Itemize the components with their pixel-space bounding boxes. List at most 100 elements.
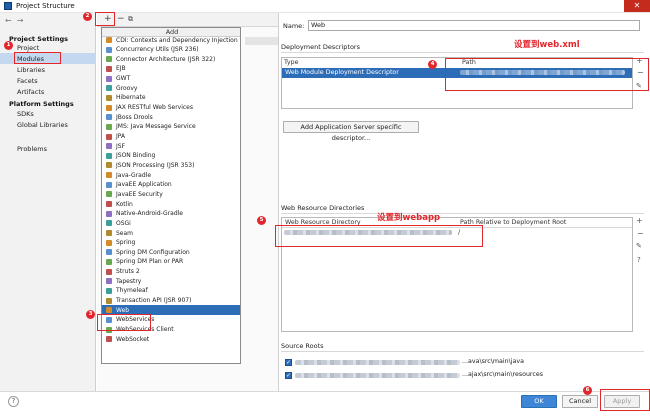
framework-item[interactable]: CDI: Contexts and Dependency Injection: [102, 35, 240, 45]
framework-icon: [106, 65, 112, 72]
annotation-text-webxml: 设置到web.xml: [514, 40, 580, 50]
framework-label: JavaEE Application: [116, 181, 172, 189]
remove-icon[interactable]: −: [117, 14, 125, 24]
framework-label: Hibernate: [116, 94, 146, 102]
add-directory-icon[interactable]: +: [636, 216, 643, 225]
edit-pencil-icon[interactable]: ✎: [636, 242, 642, 250]
framework-icon: [106, 230, 112, 236]
framework-label: CDI: Contexts and Dependency Injection: [116, 36, 238, 44]
framework-icon: [106, 307, 112, 314]
copy-icon[interactable]: ⧉: [128, 15, 133, 24]
descriptor-type-cell: Web Module Deployment Descriptor: [285, 69, 399, 76]
framework-label: Transaction API (JSR 907): [116, 297, 192, 305]
framework-item[interactable]: JAX RESTful Web Services: [102, 103, 240, 113]
framework-icon: [106, 297, 112, 304]
nav-section-project-settings: Project Settings: [9, 35, 68, 43]
framework-item[interactable]: JavaEE Application: [102, 180, 240, 190]
back-arrow-icon[interactable]: ←: [5, 16, 12, 25]
nav-item-problems[interactable]: Problems: [17, 145, 47, 153]
framework-icon: [106, 162, 112, 169]
framework-icon: [106, 258, 112, 265]
framework-label: JSON Processing (JSR 353): [116, 161, 195, 169]
framework-item[interactable]: JBoss Drools: [102, 112, 240, 122]
cancel-button[interactable]: Cancel: [562, 395, 598, 408]
framework-item[interactable]: Connector Architecture (JSR 322): [102, 54, 240, 64]
help-button[interactable]: ?: [8, 396, 19, 407]
framework-label: JMS: Java Message Service: [116, 123, 196, 131]
framework-item[interactable]: Groovy: [102, 83, 240, 93]
nav-item-sdks[interactable]: SDKs: [17, 110, 34, 118]
framework-icon: [106, 172, 112, 179]
history-arrows: ← →: [5, 16, 28, 25]
annotation-badge-3: 3: [86, 310, 95, 319]
framework-label: JSON Binding: [116, 152, 156, 160]
nav-item-libraries[interactable]: Libraries: [17, 66, 45, 74]
framework-icon: [106, 37, 112, 43]
framework-item[interactable]: Kotlin: [102, 199, 240, 209]
framework-item[interactable]: JavaEE Security: [102, 189, 240, 199]
annotation-badge-1: 1: [4, 41, 13, 50]
modules-toolbar: + − ⧉: [97, 13, 278, 27]
framework-item[interactable]: Thymeleaf: [102, 286, 240, 296]
framework-item[interactable]: JSON Binding: [102, 151, 240, 161]
nav-item-artifacts[interactable]: Artifacts: [17, 88, 44, 96]
framework-label: JPA: [116, 133, 126, 140]
web-resource-directories-heading: Web Resource Directories: [281, 204, 365, 212]
deployment-descriptors-heading: Deployment Descriptors: [281, 43, 360, 51]
framework-item[interactable]: Spring DM Plan or PAR: [102, 257, 240, 267]
source-root-checkbox[interactable]: ✓: [285, 372, 292, 379]
add-server-descriptor-button[interactable]: Add Application Server specific descript…: [283, 121, 419, 142]
nav-item-global-libraries[interactable]: Global Libraries: [17, 121, 68, 129]
forward-arrow-icon[interactable]: →: [17, 16, 24, 25]
framework-icon: [106, 133, 112, 140]
framework-icon: [106, 75, 112, 82]
framework-item[interactable]: Java-Gradle: [102, 170, 240, 180]
source-root-path: ...ava\src\main\java: [462, 358, 524, 365]
source-root-checkbox[interactable]: ✓: [285, 359, 292, 366]
framework-item[interactable]: WebSocket: [102, 334, 240, 344]
framework-label: EJB: [116, 65, 126, 73]
annotation-text-webapp: 设置到webapp: [377, 213, 441, 223]
close-button[interactable]: ✕: [624, 0, 650, 12]
framework-label: Web: [116, 306, 130, 314]
framework-item[interactable]: JSON Processing (JSR 353): [102, 160, 240, 170]
framework-icon: [106, 56, 112, 63]
annotation-box-modules: [14, 52, 61, 64]
name-label: Name:: [283, 22, 305, 30]
framework-item[interactable]: Tapestry: [102, 276, 240, 286]
framework-item[interactable]: Hibernate: [102, 93, 240, 103]
framework-icon: [106, 191, 112, 198]
framework-icon: [106, 123, 112, 130]
blurred-source-path: [295, 373, 460, 378]
framework-label: JSF: [116, 142, 126, 150]
framework-item[interactable]: GWT: [102, 74, 240, 84]
framework-item[interactable]: JMS: Java Message Service: [102, 122, 240, 132]
framework-item[interactable]: Seam: [102, 228, 240, 238]
name-field[interactable]: Web: [308, 20, 640, 31]
framework-icon: [106, 201, 112, 208]
help-icon[interactable]: ?: [637, 256, 641, 264]
framework-label: Kotlin: [116, 200, 133, 208]
framework-label: OSGi: [116, 219, 131, 227]
framework-item[interactable]: JSF: [102, 141, 240, 151]
framework-item[interactable]: Struts 2: [102, 267, 240, 277]
annotation-box-path: [445, 58, 649, 91]
framework-icon: [106, 104, 112, 111]
nav-item-facets[interactable]: Facets: [17, 77, 38, 85]
framework-label: GWT: [116, 75, 131, 83]
framework-item[interactable]: Spring: [102, 238, 240, 248]
framework-icon: [106, 85, 112, 92]
framework-item[interactable]: Concurrency Utils (JSR 236): [102, 45, 240, 55]
framework-item[interactable]: Native-Android-Gradle: [102, 209, 240, 219]
framework-label: Spring: [116, 239, 136, 247]
ok-button[interactable]: OK: [521, 395, 557, 408]
framework-item[interactable]: EJB: [102, 64, 240, 74]
nav-item-project[interactable]: Project: [17, 44, 39, 52]
framework-label: WebSocket: [116, 335, 150, 343]
framework-item[interactable]: JPA: [102, 132, 240, 142]
framework-item[interactable]: Transaction API (JSR 907): [102, 296, 240, 306]
framework-item[interactable]: OSGi: [102, 218, 240, 228]
framework-label: Struts 2: [116, 268, 140, 276]
framework-item[interactable]: Spring DM Configuration: [102, 247, 240, 257]
remove-directory-icon[interactable]: −: [637, 229, 644, 238]
